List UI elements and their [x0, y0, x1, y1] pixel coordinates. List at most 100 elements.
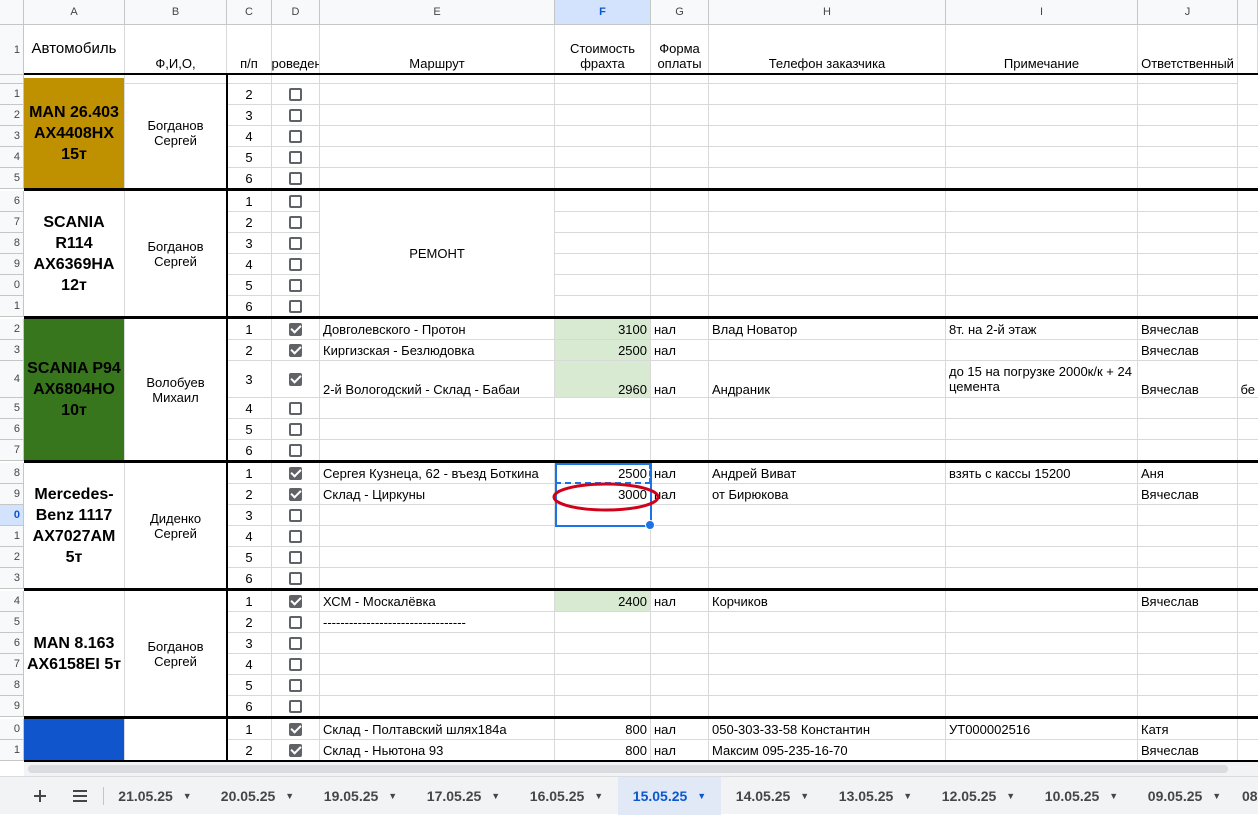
overflow-cell[interactable] — [1238, 105, 1258, 126]
route-cell[interactable]: Киргизская - Безлюдовка — [320, 340, 555, 361]
phone-cell[interactable]: Андраник — [709, 361, 946, 398]
route-cell[interactable] — [320, 547, 555, 568]
cost-cell[interactable] — [555, 84, 651, 105]
row-number-cell[interactable]: 3 — [227, 233, 272, 254]
row-number-cell[interactable]: 2 — [227, 84, 272, 105]
phone-cell[interactable] — [709, 191, 946, 212]
responsible-cell[interactable] — [1138, 440, 1238, 461]
done-cell[interactable] — [272, 484, 320, 505]
phone-cell[interactable] — [709, 505, 946, 526]
payment-cell[interactable] — [651, 168, 709, 189]
cell-partial-row[interactable] — [555, 75, 651, 84]
phone-cell[interactable] — [709, 84, 946, 105]
checkbox-unchecked[interactable] — [289, 401, 302, 415]
note-cell[interactable] — [946, 254, 1138, 275]
tab-10.05.25[interactable]: 10.05.25 ▼ — [1030, 777, 1133, 815]
cost-cell[interactable] — [555, 168, 651, 189]
checkbox-unchecked[interactable] — [289, 636, 302, 650]
overflow-cell[interactable] — [1238, 212, 1258, 233]
row-header[interactable]: 1 — [0, 25, 24, 75]
cost-cell[interactable] — [555, 398, 651, 419]
done-cell[interactable] — [272, 340, 320, 361]
phone-cell[interactable] — [709, 398, 946, 419]
vehicle-cell[interactable]: SCANIA R114 АХ6369НА 12т — [24, 191, 125, 317]
payment-cell[interactable] — [651, 275, 709, 296]
overflow-cell[interactable] — [1238, 675, 1258, 696]
responsible-cell[interactable] — [1138, 526, 1238, 547]
row-header[interactable]: 4 — [0, 591, 24, 612]
tab-21.05.25[interactable]: 21.05.25 ▼ — [104, 777, 206, 815]
tab-13.05.25[interactable]: 13.05.25 ▼ — [824, 777, 927, 815]
overflow-cell[interactable] — [1238, 191, 1258, 212]
overflow-cell[interactable] — [1238, 233, 1258, 254]
overflow-cell[interactable] — [1238, 612, 1258, 633]
row-header[interactable]: 9 — [0, 696, 24, 717]
overflow-cell[interactable]: бе — [1238, 361, 1258, 398]
header-cell-h[interactable]: Телефон заказчика — [709, 25, 946, 75]
cost-cell[interactable]: 2400 — [555, 591, 651, 612]
chevron-down-icon[interactable]: ▼ — [903, 791, 912, 801]
overflow-cell[interactable] — [1238, 740, 1258, 761]
note-cell[interactable] — [946, 191, 1138, 212]
done-cell[interactable] — [272, 591, 320, 612]
tab-15.05.25[interactable]: 15.05.25 ▼ — [618, 777, 721, 815]
row-header[interactable]: 3 — [0, 126, 24, 147]
phone-cell[interactable] — [709, 675, 946, 696]
cost-cell[interactable] — [555, 654, 651, 675]
route-cell[interactable] — [320, 526, 555, 547]
overflow-cell[interactable] — [1238, 168, 1258, 189]
overflow-cell[interactable] — [1238, 547, 1258, 568]
cost-cell[interactable] — [555, 633, 651, 654]
cost-cell[interactable] — [555, 233, 651, 254]
done-cell[interactable] — [272, 361, 320, 398]
header-cell-j[interactable]: Ответственный — [1138, 25, 1238, 75]
chevron-down-icon[interactable]: ▼ — [1109, 791, 1118, 801]
cost-cell[interactable] — [555, 419, 651, 440]
row-header[interactable]: 8 — [0, 675, 24, 696]
responsible-cell[interactable] — [1138, 505, 1238, 526]
overflow-cell[interactable] — [1238, 419, 1258, 440]
route-cell[interactable]: Склад - Полтавский шлях184а — [320, 719, 555, 740]
driver-cell[interactable] — [125, 719, 227, 761]
overflow-cell[interactable] — [1238, 591, 1258, 612]
checkbox-unchecked[interactable] — [289, 571, 302, 585]
payment-cell[interactable] — [651, 254, 709, 275]
phone-cell[interactable] — [709, 419, 946, 440]
route-cell[interactable]: 2-й Вологодский - Склад - Бабаи — [320, 361, 555, 398]
phone-cell[interactable]: Влад Новатор — [709, 319, 946, 340]
column-header-c[interactable]: C — [227, 0, 272, 25]
payment-cell[interactable] — [651, 398, 709, 419]
checkbox-unchecked[interactable] — [289, 236, 302, 250]
responsible-cell[interactable] — [1138, 696, 1238, 717]
row-number-cell[interactable]: 5 — [227, 419, 272, 440]
phone-cell[interactable] — [709, 612, 946, 633]
route-cell[interactable] — [320, 419, 555, 440]
cost-cell[interactable]: 800 — [555, 719, 651, 740]
note-cell[interactable] — [946, 675, 1138, 696]
row-header[interactable]: 9 — [0, 254, 24, 275]
checkbox-unchecked[interactable] — [289, 215, 302, 229]
row-header[interactable]: 5 — [0, 168, 24, 189]
responsible-cell[interactable] — [1138, 675, 1238, 696]
note-cell[interactable] — [946, 696, 1138, 717]
driver-cell[interactable]: Богданов Сергей — [125, 591, 227, 717]
row-header[interactable]: 8 — [0, 233, 24, 254]
row-header[interactable]: 6 — [0, 419, 24, 440]
checkbox-checked[interactable] — [289, 343, 302, 357]
route-cell[interactable] — [320, 633, 555, 654]
checkbox-checked[interactable] — [289, 487, 302, 501]
checkbox-checked[interactable] — [289, 322, 302, 336]
responsible-cell[interactable] — [1138, 547, 1238, 568]
chevron-down-icon[interactable]: ▼ — [800, 791, 809, 801]
payment-cell[interactable] — [651, 84, 709, 105]
note-cell[interactable] — [946, 633, 1138, 654]
overflow-cell[interactable] — [1238, 526, 1258, 547]
header-cell-f[interactable]: Стоимость фрахта — [555, 25, 651, 75]
payment-cell[interactable] — [651, 568, 709, 589]
route-cell[interactable] — [320, 168, 555, 189]
select-all-corner[interactable] — [0, 0, 24, 25]
note-cell[interactable]: до 15 на погрузке 2000к/к + 24 цемента — [946, 361, 1138, 398]
row-header[interactable]: 8 — [0, 463, 24, 484]
driver-cell[interactable]: Богданов Сергей — [125, 78, 227, 189]
responsible-cell[interactable] — [1138, 191, 1238, 212]
